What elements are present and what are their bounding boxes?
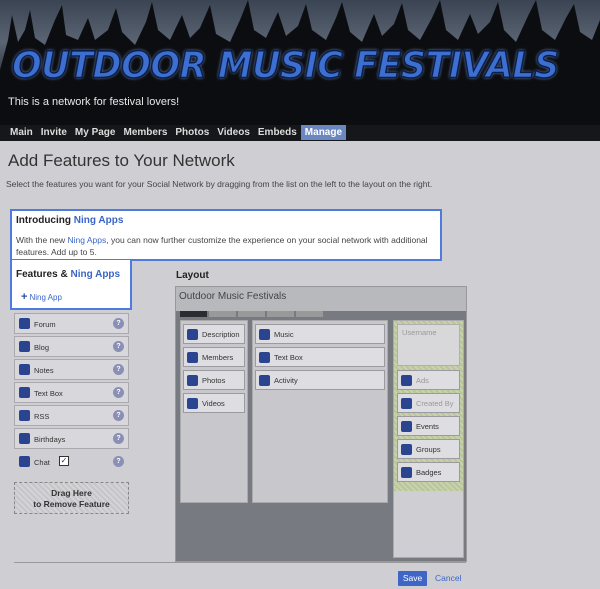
features-ning-apps-link[interactable]: Ning Apps (70, 269, 120, 280)
layout-label: Layout (176, 270, 209, 281)
layout-box-created-by: Created By (397, 393, 460, 413)
feature-chat[interactable]: Chat ✓? (14, 451, 129, 472)
notes-icon (19, 364, 30, 375)
blog-icon (19, 341, 30, 352)
videos-icon (187, 398, 198, 409)
music-icon (259, 329, 270, 340)
layout-box-activity[interactable]: Activity (255, 370, 385, 390)
layout-column-left: Description Members Photos Videos (180, 320, 248, 503)
members-icon (187, 352, 198, 363)
nav-members[interactable]: Members (119, 125, 171, 140)
forum-icon (19, 318, 30, 329)
nav-my-page[interactable]: My Page (71, 125, 120, 140)
add-ning-app-button[interactable]: + Ning App (21, 291, 62, 303)
birthdays-icon (19, 433, 30, 444)
page-title: Add Features to Your Network (8, 151, 235, 170)
nav-videos[interactable]: Videos (213, 125, 254, 140)
ning-apps-link[interactable]: Ning Apps (74, 215, 124, 226)
callout-text: With the new Ning Apps, you can now furt… (16, 235, 428, 257)
layout-box-text-box[interactable]: Text Box (255, 347, 385, 367)
layout-column-right: Username Ads Created By Events Groups Ba… (393, 320, 464, 558)
cancel-link[interactable]: Cancel (435, 573, 461, 583)
groups-icon (401, 444, 412, 455)
layout-box-members[interactable]: Members (183, 347, 245, 367)
layout-box-groups[interactable]: Groups (397, 439, 460, 459)
layout-box-videos[interactable]: Videos (183, 393, 245, 413)
username-box: Username (397, 324, 460, 366)
help-icon[interactable]: ? (113, 341, 124, 352)
info-icon (401, 398, 412, 409)
page-intro: Select the features you want for your So… (6, 179, 433, 189)
text-box-icon (19, 387, 30, 398)
layout-box-ads: Ads (397, 370, 460, 390)
layout-box-badges[interactable]: Badges (397, 462, 460, 482)
nav-embeds[interactable]: Embeds (254, 125, 301, 140)
features-header: Features & Ning Apps + Ning App (10, 260, 132, 310)
ning-apps-inline-link[interactable]: Ning Apps (68, 235, 107, 245)
feature-list: Forum? Blog? Notes? Text Box? RSS? Birth… (14, 313, 129, 474)
layout-box-music[interactable]: Music (255, 324, 385, 344)
help-icon[interactable]: ? (113, 410, 124, 421)
activity-icon (259, 375, 270, 386)
features-title: Features & Ning Apps (16, 269, 121, 280)
nav-photos[interactable]: Photos (171, 125, 213, 140)
feature-blog[interactable]: Blog? (14, 336, 129, 357)
nav-manage[interactable]: Manage (300, 125, 347, 140)
layout-box-description[interactable]: Description (183, 324, 245, 344)
nav-invite[interactable]: Invite (37, 125, 71, 140)
photos-icon (187, 375, 198, 386)
help-icon[interactable]: ? (113, 433, 124, 444)
nav-main[interactable]: Main (6, 125, 37, 140)
help-icon[interactable]: ? (113, 387, 124, 398)
layout-box-events[interactable]: Events (397, 416, 460, 436)
ads-icon (401, 375, 412, 386)
chat-checkbox[interactable]: ✓ (59, 456, 69, 466)
callout-title: Introducing Ning Apps (16, 215, 124, 226)
layout-tabs (180, 311, 323, 317)
help-icon[interactable]: ? (113, 318, 124, 329)
description-icon (187, 329, 198, 340)
feature-birthdays[interactable]: Birthdays? (14, 428, 129, 449)
feature-notes[interactable]: Notes? (14, 359, 129, 380)
ning-apps-callout: Introducing Ning Apps With the new Ning … (10, 209, 442, 261)
main-nav: Main Invite My Page Members Photos Video… (6, 125, 347, 140)
help-icon[interactable]: ? (113, 364, 124, 375)
chat-icon (19, 456, 30, 467)
feature-rss[interactable]: RSS? (14, 405, 129, 426)
badges-icon (401, 467, 412, 478)
site-header: OUTDOOR MUSIC FESTIVALS This is a networ… (0, 0, 600, 141)
feature-text-box[interactable]: Text Box? (14, 382, 129, 403)
site-title: OUTDOOR MUSIC FESTIVALS (11, 44, 560, 88)
events-icon (401, 421, 412, 432)
help-icon[interactable]: ? (113, 456, 124, 467)
save-button[interactable]: Save (398, 571, 427, 586)
layout-header: Outdoor Music Festivals (176, 287, 466, 311)
divider (14, 562, 466, 563)
text-box-icon (259, 352, 270, 363)
layout-editor: Outdoor Music Festivals Description Memb… (175, 286, 467, 562)
remove-feature-drop-zone[interactable]: Drag Here to Remove Feature (14, 482, 129, 514)
layout-column-middle: Music Text Box Activity (252, 320, 388, 503)
plus-icon: + (21, 291, 28, 303)
rss-icon (19, 410, 30, 421)
site-tagline: This is a network for festival lovers! (8, 96, 180, 108)
layout-box-photos[interactable]: Photos (183, 370, 245, 390)
feature-forum[interactable]: Forum? (14, 313, 129, 334)
